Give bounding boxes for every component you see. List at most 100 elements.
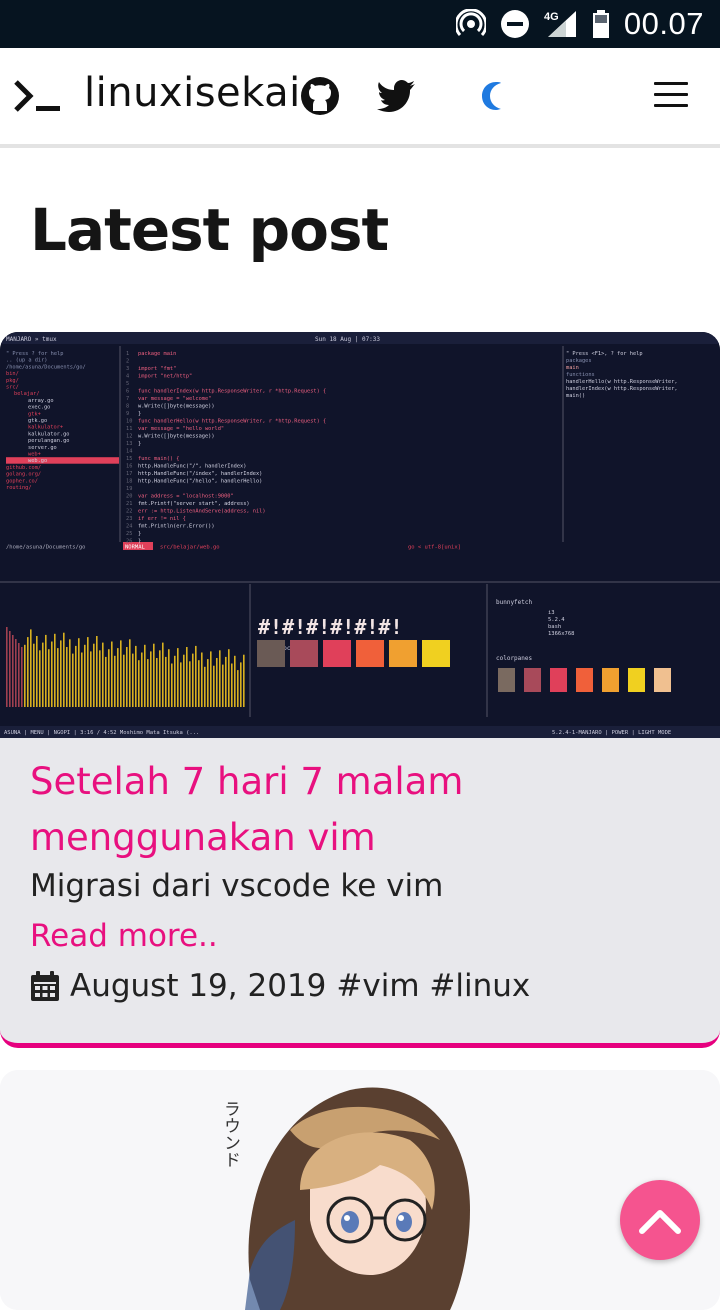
- visualizer-bar: [201, 652, 203, 707]
- moon-icon[interactable]: [470, 76, 510, 116]
- visualizer-bar: [171, 663, 173, 707]
- visualizer-bar: [117, 648, 119, 707]
- visualizer-bar: [75, 645, 77, 707]
- post-title[interactable]: Setelah 7 hari 7 malam menggunakan vim: [30, 754, 690, 866]
- code-line-number: 10: [126, 419, 132, 425]
- visualizer-bar: [48, 649, 50, 707]
- status-bar: 4G 00.07: [0, 0, 720, 48]
- code-line: func handlerHello(w http.ResponseWriter,…: [138, 419, 326, 425]
- visualizer-bar: [87, 637, 89, 707]
- colorblock-swatch: [389, 640, 417, 667]
- visualizer-bar: [30, 629, 32, 707]
- colorpane-swatch: [498, 668, 515, 692]
- code-line-number: 2: [126, 359, 129, 365]
- battery-icon: [592, 10, 609, 38]
- post-thumbnail[interactable]: MANJARO » tmux Sun 18 Aug | 07:33 NORMAL…: [0, 332, 720, 738]
- bunnyfetch-value: 5.2.4: [548, 617, 565, 623]
- visualizer-bar: [24, 644, 26, 707]
- visualizer-bar: [99, 650, 101, 707]
- visualizer-bar: [33, 643, 35, 707]
- nerdtree-entry: kalkulator.go: [28, 431, 69, 437]
- twitter-icon[interactable]: [376, 76, 416, 116]
- code-line-number: 4: [126, 374, 129, 380]
- visualizer-bar: [138, 660, 140, 707]
- post-thumbnail[interactable]: ラウンド: [0, 1070, 720, 1310]
- visualizer-bar: [231, 663, 233, 707]
- visualizer-bar: [186, 647, 188, 707]
- tagbar-entry: functions: [566, 372, 595, 378]
- code-line: var message = "hello world": [138, 426, 224, 432]
- visualizer-bar: [183, 654, 185, 707]
- visualizer-bar: [12, 635, 14, 707]
- code-line-number: 13: [126, 441, 132, 447]
- code-line-number: 25: [126, 531, 132, 537]
- post-card[interactable]: MANJARO » tmux Sun 18 Aug | 07:33 NORMAL…: [0, 332, 720, 1048]
- code-line-number: 22: [126, 509, 132, 515]
- colorblock-swatch: [290, 640, 318, 667]
- nerdtree-entry: server.go: [28, 445, 57, 451]
- visualizer-bar: [54, 633, 56, 707]
- visualizer-bar: [141, 652, 143, 707]
- visualizer-bar: [192, 653, 194, 707]
- read-more-link[interactable]: Read more..: [30, 918, 218, 954]
- vim-encoding: go < utf-8[unix]: [408, 545, 461, 551]
- visualizer-bar: [213, 665, 215, 707]
- code-line-number: 16: [126, 464, 132, 470]
- visualizer-bar: [51, 641, 53, 707]
- code-line-number: 1: [126, 351, 129, 357]
- nerdtree-entry: exec.go: [28, 405, 50, 411]
- colorpane-swatch: [602, 668, 619, 692]
- navbar: linuxisekai: [0, 48, 720, 148]
- visualizer-bar: [243, 654, 245, 707]
- chevron-up-icon: [639, 1210, 681, 1234]
- visualizer-bar: [78, 638, 80, 707]
- visualizer-bar: [123, 654, 125, 707]
- colorblocks-banner: #!#!#!#!#!#!: [258, 615, 403, 639]
- visualizer-bar: [195, 645, 197, 707]
- terminal-prompt-icon[interactable]: [14, 78, 62, 114]
- visualizer-bar: [102, 642, 104, 707]
- code-line-number: 18: [126, 479, 132, 485]
- code-line: http.HandleFunc("/index", handlerIndex): [138, 471, 262, 477]
- code-line: var message = "welcome": [138, 396, 211, 402]
- post-card[interactable]: ラウンド: [0, 1070, 720, 1310]
- code-line-number: 15: [126, 456, 132, 462]
- code-line: import "fmt": [138, 366, 176, 372]
- nerdtree-entry: routing/: [6, 485, 32, 491]
- hamburger-icon[interactable]: [654, 82, 688, 108]
- nerdtree-entry: " Press ? for help: [6, 351, 63, 357]
- colorpane-swatch: [654, 668, 671, 692]
- github-icon[interactable]: [300, 76, 340, 116]
- tagbar-entry: " Press <F1>, ? for help: [566, 351, 643, 357]
- hotspot-icon: [455, 9, 486, 37]
- site-brand[interactable]: linuxisekai: [84, 70, 301, 116]
- nerdtree-entry: kalkulator+: [28, 425, 63, 431]
- nerdtree-entry: gopher.co/: [6, 478, 38, 484]
- visualizer-bar: [126, 647, 128, 707]
- tagbar-entry: packages: [566, 358, 592, 364]
- visualizer-bar: [39, 650, 41, 707]
- signal-icon: 4G: [544, 11, 576, 37]
- visualizer-bar: [210, 651, 212, 707]
- scroll-to-top-button[interactable]: [620, 1180, 700, 1260]
- code-line-number: 7: [126, 396, 129, 402]
- code-line-number: 9: [126, 411, 129, 417]
- code-line: }: [138, 411, 141, 417]
- visualizer-bar: [114, 655, 116, 707]
- tagbar-entry: handlerIndex(w http.ResponseWriter,: [566, 386, 678, 392]
- visualizer-bar: [177, 648, 179, 707]
- code-line: package main: [138, 351, 176, 357]
- visualizer-bar: [204, 666, 206, 707]
- nerdtree-entry: src/: [6, 385, 19, 391]
- post-tags[interactable]: #vim #linux: [336, 968, 530, 1004]
- visualizer-bar: [207, 659, 209, 707]
- code-line-number: 21: [126, 501, 132, 507]
- visualizer-bar: [90, 651, 92, 707]
- visualizer-bar: [81, 652, 83, 707]
- page-title: Latest post: [30, 196, 389, 264]
- nerdtree-entry: array.go: [28, 398, 54, 404]
- code-line: http.HandleFunc("/", handlerIndex): [138, 464, 246, 470]
- code-line-number: 6: [126, 389, 129, 395]
- code-line-number: 19: [126, 486, 132, 492]
- visualizer-bar: [132, 653, 134, 707]
